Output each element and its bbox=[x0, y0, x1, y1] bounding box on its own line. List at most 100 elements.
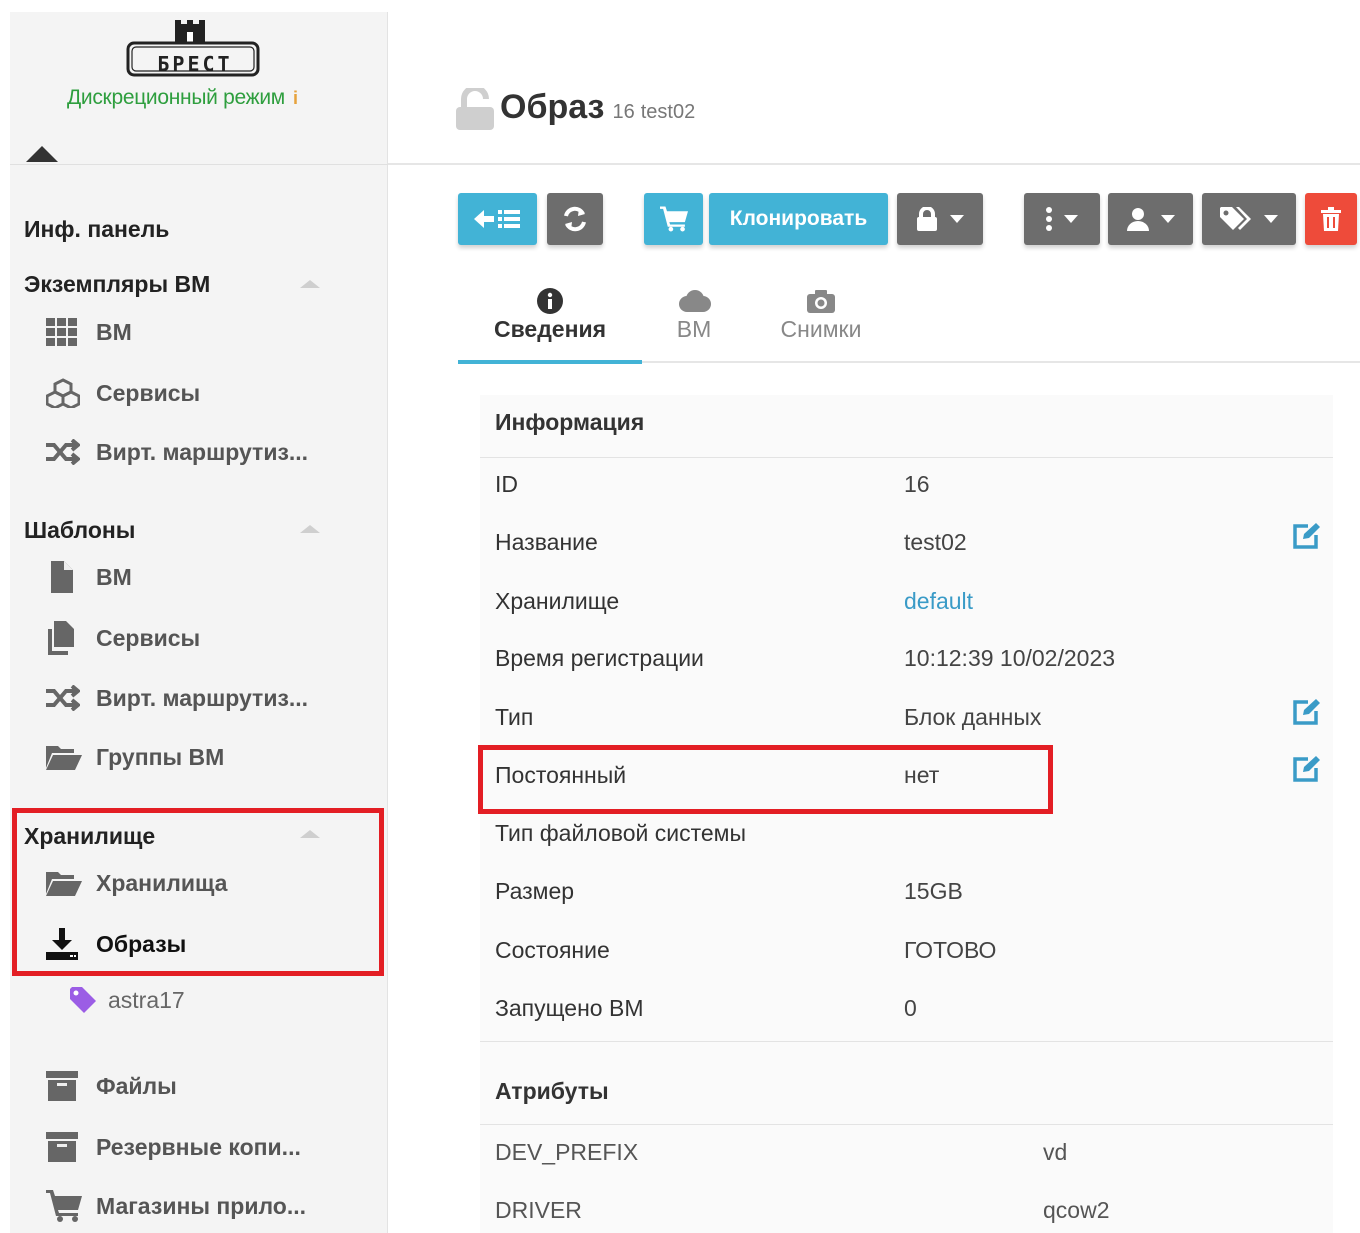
info-value-type: Блок данных bbox=[904, 704, 1042, 730]
sidebar-item-vm-templates[interactable]: ВМ bbox=[46, 557, 132, 597]
datastore-link[interactable]: default bbox=[904, 588, 973, 615]
tab-label: Снимки bbox=[780, 316, 862, 342]
shuffle-icon bbox=[46, 435, 84, 469]
delete-button[interactable] bbox=[1305, 193, 1357, 245]
chevron-down-icon bbox=[1064, 215, 1078, 223]
sidebar-item-files[interactable]: Файлы bbox=[46, 1066, 177, 1106]
sidebar-item-label: Сервисы bbox=[96, 624, 201, 651]
cloud-icon bbox=[677, 286, 711, 316]
highlight-box-storage bbox=[12, 808, 384, 976]
sidebar-item-services-templates[interactable]: Сервисы bbox=[46, 618, 200, 658]
archive-icon bbox=[46, 1130, 84, 1164]
tags-icon bbox=[1220, 207, 1252, 231]
sidebar-item-vrouters-instances[interactable]: Вирт. маршрутиз... bbox=[46, 432, 308, 472]
file-icon bbox=[46, 560, 84, 594]
info-value-registration-time: 10:12:39 10/02/2023 bbox=[904, 645, 1116, 671]
info-label-state: Состояние bbox=[495, 937, 610, 963]
logo-text: БРЕСТ bbox=[157, 52, 233, 76]
sidebar-item-vm-groups[interactable]: Группы ВМ bbox=[46, 737, 224, 777]
info-label-size: Размер bbox=[495, 878, 575, 904]
user-dropdown-button[interactable] bbox=[1108, 193, 1193, 245]
collapse-caret-icon[interactable] bbox=[300, 280, 320, 288]
nav-dashboard[interactable]: Инф. панель bbox=[24, 216, 169, 243]
info-label-id: ID bbox=[495, 471, 518, 497]
collapse-caret-icon[interactable] bbox=[300, 525, 320, 533]
attr-value-dev-prefix: vd bbox=[1043, 1139, 1068, 1165]
edit-icon[interactable] bbox=[1292, 522, 1322, 555]
sidebar-item-backups[interactable]: Резервные копи... bbox=[46, 1127, 301, 1167]
sidebar-item-label: Вирт. маршрутиз... bbox=[96, 684, 309, 711]
folder-open-icon bbox=[46, 740, 84, 774]
cart-icon bbox=[46, 1189, 84, 1223]
refresh-button[interactable] bbox=[547, 193, 603, 245]
divider bbox=[388, 163, 1360, 165]
files-icon bbox=[46, 621, 84, 655]
divider bbox=[480, 1124, 1333, 1125]
lock-dropdown-button[interactable] bbox=[897, 193, 983, 245]
trash-icon bbox=[1321, 207, 1341, 231]
sidebar-item-marketplaces[interactable]: Магазины прило... bbox=[46, 1186, 306, 1226]
unlock-icon bbox=[456, 88, 494, 130]
info-circle-icon bbox=[537, 286, 563, 316]
tab-snapshots[interactable]: Снимки bbox=[764, 286, 878, 364]
mode-label: Дискреционный режим i bbox=[67, 86, 298, 110]
info-label-name: Название bbox=[495, 529, 598, 555]
nav-header-templates[interactable]: Шаблоны bbox=[24, 517, 135, 544]
nav-header-instances[interactable]: Экземпляры ВМ bbox=[24, 271, 210, 298]
sidebar-item-label: ВМ bbox=[96, 563, 132, 590]
info-icon[interactable]: i bbox=[293, 88, 298, 108]
collapse-arrow-icon[interactable] bbox=[26, 146, 58, 162]
marketplace-button[interactable] bbox=[644, 193, 703, 245]
camera-icon bbox=[807, 286, 835, 316]
grid-icon bbox=[46, 315, 84, 349]
sidebar-subitem-astra17[interactable]: astra17 bbox=[70, 980, 185, 1020]
chevron-down-icon bbox=[1264, 215, 1278, 223]
sidebar-item-vrouters-templates[interactable]: Вирт. маршрутиз... bbox=[46, 678, 308, 718]
info-label-type: Тип bbox=[495, 704, 534, 730]
user-icon bbox=[1126, 207, 1149, 231]
tags-dropdown-button[interactable] bbox=[1202, 193, 1296, 245]
sidebar-item-vm-instances[interactable]: ВМ bbox=[46, 312, 132, 352]
cart-icon bbox=[659, 206, 688, 232]
page-header bbox=[388, 0, 1360, 164]
sidebar-item-label: ВМ bbox=[96, 318, 132, 345]
info-label-datastore: Хранилище bbox=[495, 588, 620, 614]
logo-area: БРЕСТ Дискреционный режим i bbox=[10, 12, 388, 162]
attr-value-driver: qcow2 bbox=[1043, 1197, 1110, 1223]
edit-icon[interactable] bbox=[1292, 755, 1322, 788]
tab-vms[interactable]: ВМ bbox=[652, 286, 736, 364]
sidebar-item-label: Вирт. маршрутиз... bbox=[96, 438, 309, 465]
title-text: Образ bbox=[500, 88, 605, 126]
info-label-running-vms: Запущено ВМ bbox=[495, 995, 644, 1021]
attr-label-driver: DRIVER bbox=[495, 1197, 582, 1223]
info-panel bbox=[480, 395, 1333, 1233]
vertical-ellipsis-icon bbox=[1046, 207, 1052, 231]
back-list-icon bbox=[473, 207, 522, 231]
sidebar-subitem-label: astra17 bbox=[108, 986, 185, 1013]
archive-icon bbox=[46, 1069, 84, 1103]
title-id: 16 bbox=[612, 101, 635, 123]
chevron-down-icon bbox=[950, 215, 964, 223]
more-actions-button[interactable] bbox=[1024, 193, 1100, 245]
refresh-icon bbox=[562, 206, 588, 232]
back-to-list-button[interactable] bbox=[458, 193, 537, 245]
lock-icon bbox=[916, 207, 938, 231]
active-tab-indicator bbox=[458, 360, 642, 364]
clone-button[interactable]: Клонировать bbox=[709, 193, 888, 245]
tab-label: ВМ bbox=[676, 316, 712, 342]
edit-icon[interactable] bbox=[1292, 698, 1322, 731]
divider bbox=[10, 164, 388, 165]
tab-info[interactable]: Сведения bbox=[458, 286, 642, 364]
sidebar-item-label: Сервисы bbox=[96, 379, 201, 406]
divider bbox=[480, 1041, 1333, 1042]
info-value-state: ГОТОВО bbox=[904, 937, 997, 963]
chevron-down-icon bbox=[1160, 215, 1175, 223]
sidebar-item-services-instances[interactable]: Сервисы bbox=[46, 373, 200, 413]
sidebar-item-label: Магазины прило... bbox=[96, 1192, 306, 1219]
info-value-name: test02 bbox=[904, 529, 967, 555]
tag-icon bbox=[70, 987, 96, 1013]
tab-label: Сведения bbox=[493, 316, 607, 342]
sidebar-item-label: Группы ВМ bbox=[96, 743, 225, 770]
highlight-box-persistent bbox=[478, 745, 1053, 814]
info-label-registration-time: Время регистрации bbox=[495, 645, 704, 671]
